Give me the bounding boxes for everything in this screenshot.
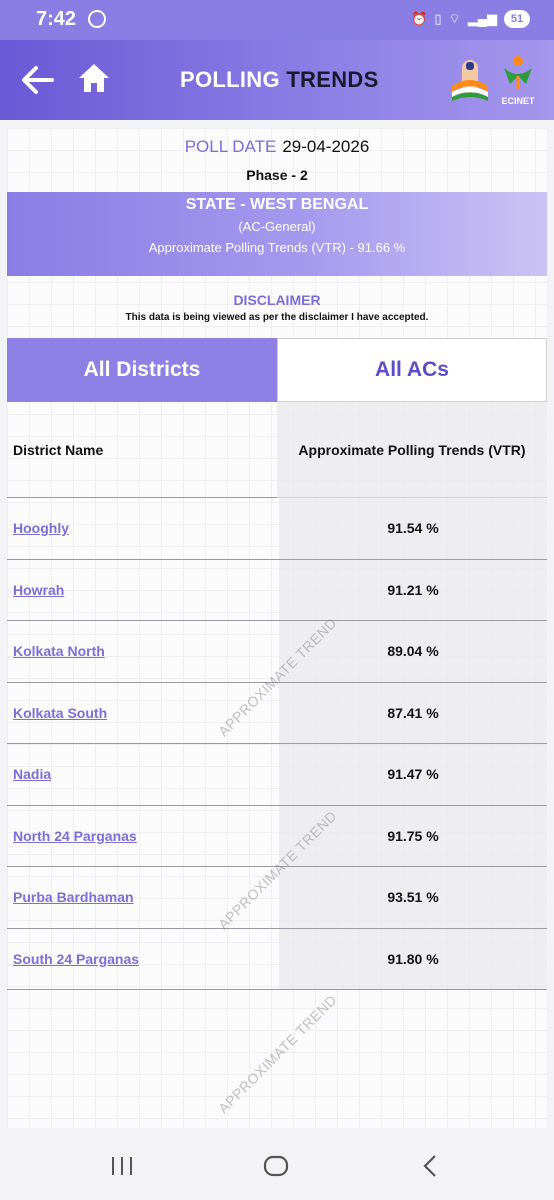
district-link[interactable]: Kolkata North (13, 643, 105, 659)
table-row: Hooghly 91.54 % (7, 498, 547, 560)
disclaimer-text: This data is being viewed as per the dis… (125, 312, 429, 323)
table-row: Kolkata South 87.41 % (7, 682, 547, 744)
district-vtr: 91.75 % (387, 827, 439, 844)
vibrate-icon: ▯ (434, 11, 442, 26)
home-button[interactable] (74, 58, 114, 98)
content-card: POLL DATE 29-04-2026 Phase - 2 STATE - WE… (7, 128, 547, 1128)
watermark-text: APPROXIMATE TREND (215, 991, 340, 1117)
data-saver-icon (88, 10, 106, 28)
home-icon (79, 64, 109, 92)
signal-icon: ▂▄▆ (467, 11, 497, 26)
system-back-button[interactable] (420, 1154, 440, 1178)
state-name: STATE - WEST BENGAL (185, 196, 369, 213)
system-home-button[interactable] (263, 1155, 289, 1177)
inked-finger-icon (452, 60, 488, 101)
wifi-icon: ⌔ (448, 11, 461, 26)
table-row: Nadia 91.47 % (7, 744, 547, 806)
system-nav-bar (0, 1128, 554, 1200)
page-title-part2: TRENDS (286, 67, 379, 92)
district-link[interactable]: Nadia (13, 766, 51, 782)
column-header-vtr: Approximate Polling Trends (VTR) (298, 442, 526, 458)
alarm-icon: ⏰ (411, 11, 428, 26)
battery-icon: 51 (504, 10, 530, 28)
state-type: (AC-General) (238, 219, 316, 234)
status-bar: 7:42 ⏰ ▯ ⌔ ▂▄▆ 51 (0, 0, 554, 40)
table-row: Howrah 91.21 % (7, 559, 547, 621)
district-vtr: 87.41 % (387, 704, 439, 721)
table-row: Purba Bardhaman 93.51 % (7, 867, 547, 929)
district-vtr: 91.21 % (387, 581, 439, 598)
ecinet-emblem-icon (504, 56, 532, 90)
status-icons: ⏰ ▯ ⌔ ▂▄▆ 51 (411, 10, 530, 28)
ecinet-logo: ECINET (498, 54, 538, 106)
district-vtr: 89.04 % (387, 643, 439, 659)
district-link[interactable]: South 24 Parganas (13, 951, 139, 967)
page-title-part1: POLLING (180, 67, 280, 92)
table-row: North 24 Parganas 91.75 % (7, 805, 547, 867)
recent-apps-button[interactable] (110, 1156, 134, 1176)
tab-all-acs[interactable]: All ACs (277, 338, 547, 402)
table-header: District Name Approximate Polling Trends… (7, 402, 547, 498)
page-title: POLLING TRENDS (180, 67, 379, 93)
district-link[interactable]: Kolkata South (13, 705, 107, 721)
system-home-icon (263, 1155, 289, 1177)
column-header-district: District Name (13, 442, 104, 458)
district-link[interactable]: Howrah (13, 582, 64, 598)
table-row: Kolkata North 89.04 % (7, 621, 547, 683)
tab-all-districts[interactable]: All Districts (7, 338, 277, 402)
district-link[interactable]: Hooghly (13, 520, 69, 536)
state-vtr: Approximate Polling Trends (VTR) - 91.66… (148, 240, 406, 255)
state-summary: STATE - WEST BENGAL (AC-General) Approxi… (7, 192, 547, 276)
district-table: Hooghly 91.54 % Howrah 91.21 % Kolkata N… (7, 498, 547, 990)
chevron-left-icon (423, 1155, 436, 1177)
table-row: South 24 Parganas 91.80 % (7, 928, 547, 990)
recent-apps-icon (112, 1157, 132, 1175)
poll-date-label: POLL DATE (184, 137, 277, 156)
arrow-left-icon (22, 66, 54, 94)
ecinet-logo-label: ECINET (501, 96, 535, 106)
app-header: POLLING TRENDS ECINET (0, 40, 554, 120)
district-link[interactable]: Purba Bardhaman (13, 889, 134, 905)
poll-phase: Phase - 2 (246, 167, 308, 183)
district-vtr: 91.47 % (387, 766, 439, 782)
district-vtr: 93.51 % (387, 889, 439, 905)
disclaimer-title: DISCLAIMER (233, 292, 321, 308)
status-time: 7:42 (36, 8, 77, 30)
voter-ink-logo (448, 56, 492, 102)
district-link[interactable]: North 24 Parganas (13, 828, 137, 844)
district-vtr: 91.54 % (387, 520, 439, 536)
back-button[interactable] (18, 60, 58, 100)
poll-date-value: 29-04-2026 (282, 137, 370, 156)
district-vtr: 91.80 % (387, 950, 439, 967)
view-tabs: All Districts All ACs (7, 338, 547, 402)
poll-date: POLL DATE 29-04-2026 (7, 137, 547, 157)
